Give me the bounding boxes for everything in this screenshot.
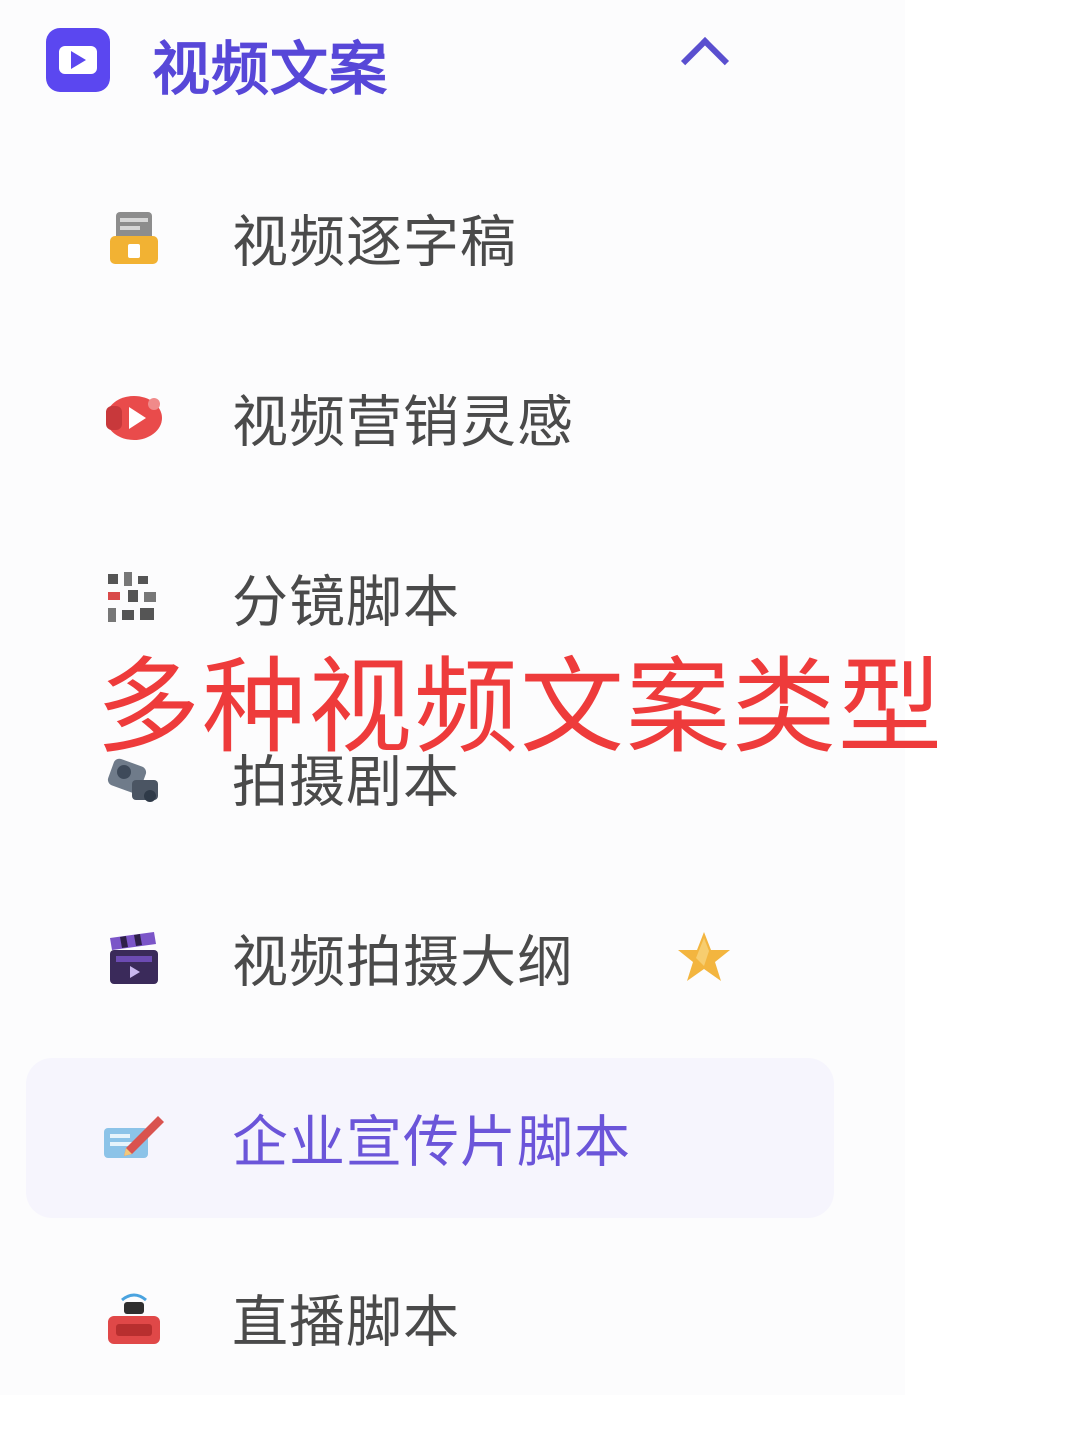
live-icon [108, 1293, 160, 1344]
transcript-icon [110, 212, 158, 264]
group-title: 视频文案 [152, 35, 389, 103]
edit-pen-icon [104, 1116, 164, 1158]
menu-item-label: 企业宣传片脚本 [232, 1110, 631, 1176]
play-inspiration-icon [106, 396, 162, 440]
menu-item-label: 直播脚本 [232, 1290, 460, 1356]
menu-item-livestream-script[interactable]: 直播脚本 [26, 1238, 834, 1398]
menu-item-label: 视频逐字稿 [232, 210, 517, 276]
video-copy-group-header[interactable]: 视频文案 [0, 0, 905, 120]
menu-item-video-transcript[interactable]: 视频逐字稿 [26, 158, 834, 318]
menu-item-corporate-promo-script[interactable]: 企业宣传片脚本 [26, 1058, 834, 1218]
menu-item-video-shooting-outline[interactable]: 视频拍摄大纲 [26, 878, 834, 1038]
menu-item-video-marketing-inspiration[interactable]: 视频营销灵感 [26, 338, 834, 498]
video-text-icon [46, 28, 110, 92]
storyboard-icon [108, 572, 156, 622]
chevron-up-icon[interactable] [680, 36, 730, 86]
clapperboard-icon [110, 932, 158, 984]
menu-item-label: 视频拍摄大纲 [232, 930, 574, 996]
star-icon [678, 932, 730, 981]
overlay-caption: 多种视频文案类型 [96, 646, 945, 768]
menu-item-label: 视频营销灵感 [232, 390, 574, 456]
